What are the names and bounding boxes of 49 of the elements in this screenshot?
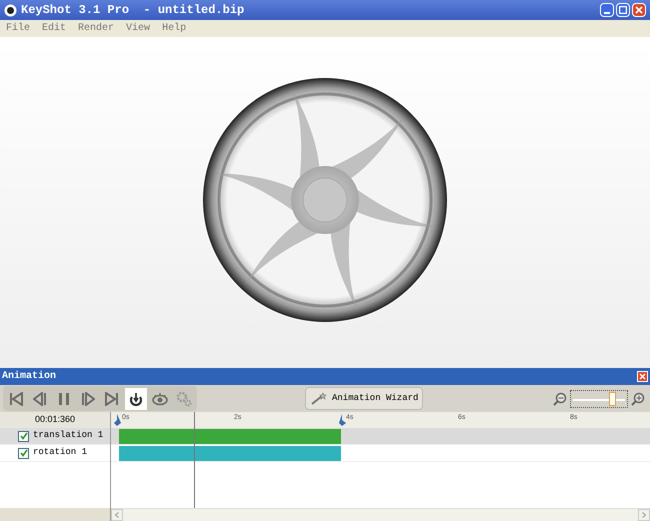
keyframe-bar[interactable] [119, 428, 341, 444]
start-marker-icon[interactable] [114, 414, 121, 426]
panel-title: Animation [2, 370, 56, 384]
zoom-out-icon[interactable] [553, 392, 567, 406]
wizard-wand-icon [310, 392, 328, 406]
skip-forward-icon [105, 392, 119, 406]
animation-wizard-button[interactable]: Animation Wizard [305, 387, 424, 410]
current-time: 00:01:360 [34, 413, 76, 426]
loop-icon [128, 390, 144, 406]
close-button[interactable] [632, 3, 646, 17]
step-back-icon [33, 392, 47, 406]
app-logo-icon [4, 4, 17, 16]
maximize-icon [619, 6, 627, 14]
horizontal-scrollbar[interactable] [111, 508, 650, 521]
track-name: translation 1 [33, 429, 104, 442]
close-icon [635, 6, 643, 14]
transport-button[interactable] [125, 388, 147, 410]
minimize-button[interactable] [600, 3, 614, 17]
check-icon [20, 449, 28, 457]
checkbox[interactable] [18, 448, 29, 458]
menu-item[interactable]: Help [162, 21, 186, 36]
skip-back-icon [9, 392, 23, 406]
window-title: KeyShot 3.1 Pro - untitled.bip [21, 2, 244, 19]
track-label-row[interactable]: translation 1 [0, 428, 110, 445]
menu-item[interactable]: View [126, 21, 150, 36]
menu-item[interactable]: Edit [42, 21, 66, 36]
end-marker-icon[interactable] [339, 414, 346, 426]
step-forward-icon [81, 392, 95, 406]
panel-close-button[interactable] [637, 371, 648, 382]
maximize-button[interactable] [616, 3, 630, 17]
checkbox[interactable] [18, 430, 29, 442]
gears-icon [176, 390, 192, 406]
keyframe-bar[interactable] [119, 446, 341, 460]
track-label-row[interactable]: rotation 1 [0, 445, 110, 462]
menu-item[interactable]: Render [78, 21, 114, 36]
scroll-left-button[interactable] [111, 509, 123, 521]
scroll-right-button[interactable] [638, 509, 650, 521]
chevron-right-icon [642, 512, 646, 518]
pause-icon [58, 392, 70, 406]
eye-icon [152, 392, 168, 406]
minimize-icon [604, 12, 610, 14]
chevron-left-icon [115, 512, 119, 518]
zoom-in-icon[interactable] [631, 392, 645, 406]
slider-thumb[interactable] [608, 392, 616, 406]
track-name: rotation 1 [33, 446, 88, 460]
close-icon [639, 373, 646, 380]
menu-item[interactable]: File [6, 21, 30, 36]
check-icon [20, 432, 28, 440]
zoom-slider[interactable] [570, 390, 628, 408]
